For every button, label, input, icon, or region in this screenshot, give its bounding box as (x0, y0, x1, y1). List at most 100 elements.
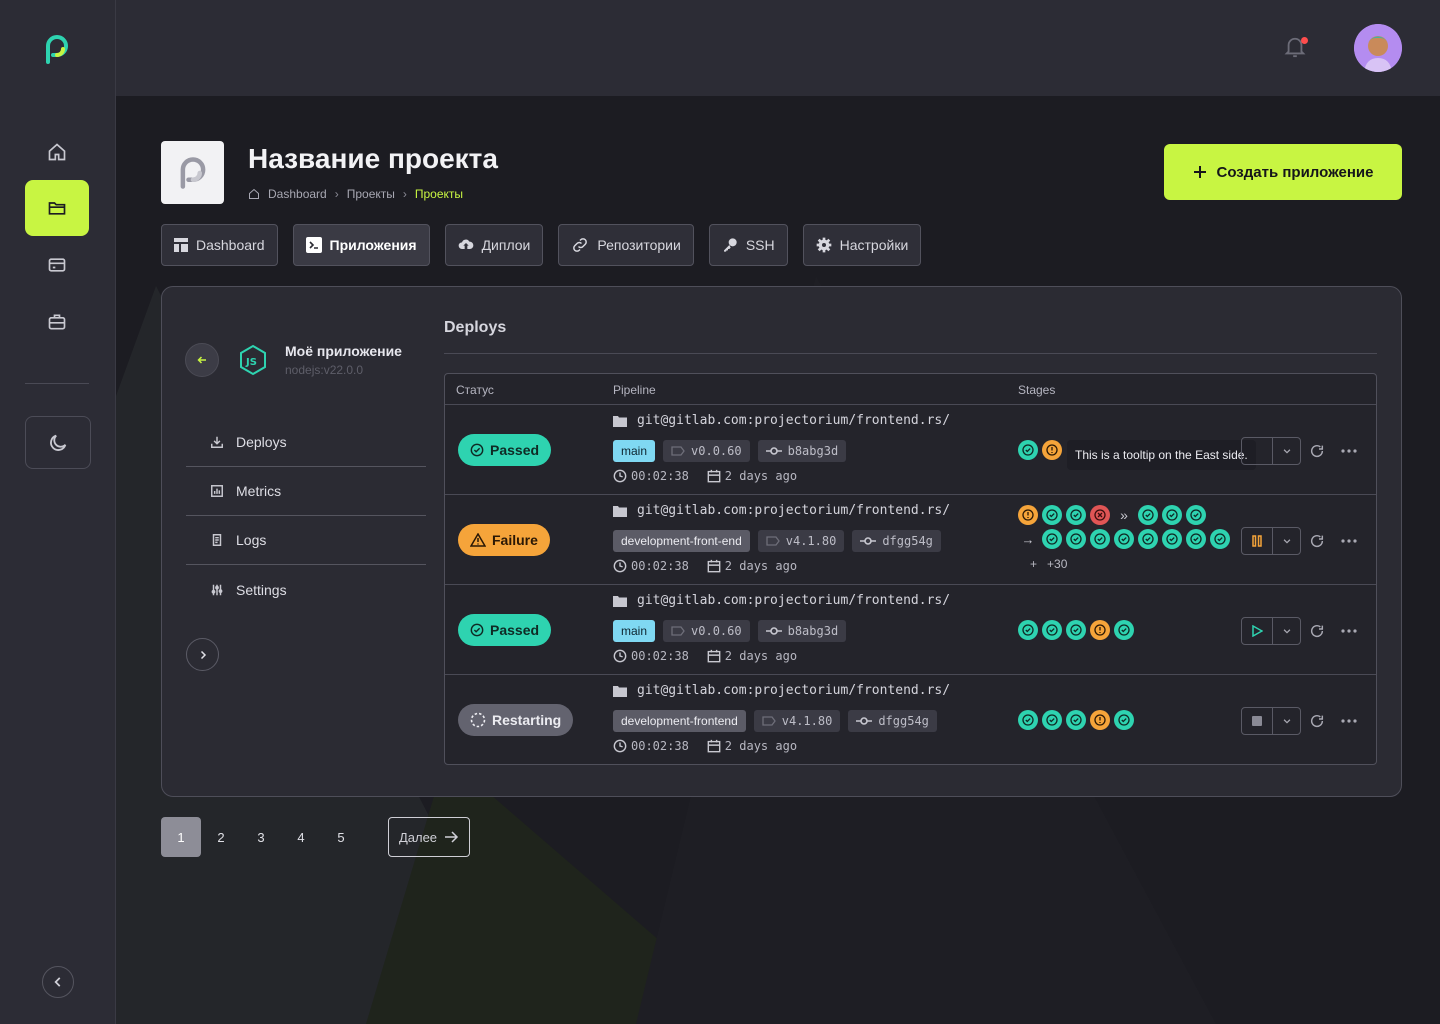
work-nav-button[interactable] (25, 294, 89, 350)
chevron-right-icon: › (402, 187, 407, 201)
side-item-settings[interactable]: Settings (186, 565, 426, 614)
side-item-metrics[interactable]: Metrics (186, 467, 426, 516)
breadcrumb-projects[interactable]: Проекты (347, 187, 395, 201)
stage-warning-icon[interactable] (1018, 505, 1038, 525)
branch-chip[interactable]: development-frontend (613, 710, 746, 732)
tag-chip[interactable]: v4.1.80 (753, 710, 841, 732)
more-stages[interactable]: + +30 (1030, 557, 1067, 571)
pipeline-chips: main v0.0.60 b8abg3d (613, 440, 847, 462)
tab-settings[interactable]: Настройки (802, 224, 922, 266)
stage-ok-icon[interactable] (1114, 529, 1134, 549)
refresh-button[interactable] (1301, 437, 1333, 465)
stage-ok-icon[interactable] (1066, 529, 1086, 549)
tag-chip[interactable]: v0.0.60 (663, 620, 750, 642)
refresh-button[interactable] (1301, 527, 1333, 555)
stage-error-icon[interactable] (1090, 505, 1110, 525)
stage-warning-icon[interactable] (1090, 620, 1110, 640)
commit-chip[interactable]: dfgg54g (848, 710, 937, 732)
repo-url[interactable]: git@gitlab.com:projectorium/frontend.rs/ (613, 683, 950, 698)
run-split-button (1241, 437, 1301, 465)
projects-nav-button[interactable] (25, 180, 89, 236)
play-button[interactable] (1242, 618, 1273, 644)
stage-ok-icon[interactable] (1162, 505, 1182, 525)
pause-button[interactable] (1242, 528, 1273, 554)
side-item-logs[interactable]: Logs (186, 516, 426, 565)
stage-ok-icon[interactable] (1186, 529, 1206, 549)
status-badge: Failure (458, 524, 550, 556)
expand-menu-button[interactable] (186, 638, 219, 671)
chevron-down-icon (1283, 629, 1290, 634)
tag-chip[interactable]: v0.0.60 (663, 440, 750, 462)
user-avatar[interactable] (1354, 24, 1402, 72)
back-button[interactable] (185, 343, 219, 377)
more-options-button[interactable] (1333, 617, 1365, 645)
stage-ok-icon[interactable] (1042, 529, 1062, 549)
repo-url[interactable]: git@gitlab.com:projectorium/frontend.rs/ (613, 593, 950, 608)
stage-ok-icon[interactable] (1138, 505, 1158, 525)
create-app-button[interactable]: Создать приложение (1164, 144, 1402, 200)
stage-ok-icon[interactable] (1210, 529, 1230, 549)
page-3-button[interactable]: 3 (241, 817, 281, 857)
billing-nav-button[interactable] (25, 237, 89, 293)
repo-url[interactable]: git@gitlab.com:projectorium/frontend.rs/ (613, 413, 950, 428)
breadcrumb-dashboard[interactable]: Dashboard (268, 187, 327, 201)
logo-icon[interactable] (42, 34, 74, 66)
stage-ok-icon[interactable] (1066, 620, 1086, 640)
stage-warning-icon[interactable] (1042, 440, 1062, 460)
run-options-button[interactable] (1273, 528, 1300, 554)
repo-url[interactable]: git@gitlab.com:projectorium/frontend.rs/ (613, 503, 950, 518)
date: 2 days ago (724, 649, 798, 663)
tab-repositories[interactable]: Репозитории (558, 224, 694, 266)
run-options-button[interactable] (1273, 438, 1300, 464)
stage-ok-icon[interactable] (1114, 710, 1134, 730)
branch-chip[interactable]: development-front-end (613, 530, 750, 552)
tab-ssh[interactable]: SSH (708, 224, 788, 266)
home-nav-button[interactable] (25, 124, 89, 180)
stage-ok-icon[interactable] (1162, 529, 1182, 549)
page-2-button[interactable]: 2 (201, 817, 241, 857)
tag-label: v0.0.60 (691, 624, 742, 638)
side-item-deploys[interactable]: Deploys (186, 418, 426, 467)
stage-warning-icon[interactable] (1090, 710, 1110, 730)
branch-chip[interactable]: main (613, 440, 656, 462)
commit-chip[interactable]: dfgg54g (852, 530, 941, 552)
more-options-button[interactable] (1333, 437, 1365, 465)
stage-ok-icon[interactable] (1066, 505, 1086, 525)
tab-deploys[interactable]: Диплои (444, 224, 544, 266)
run-button[interactable] (1242, 438, 1273, 464)
moon-icon (50, 434, 67, 451)
stage-ok-icon[interactable] (1042, 620, 1062, 640)
stage-ok-icon[interactable] (1138, 529, 1158, 549)
tab-dashboard[interactable]: Dashboard (161, 224, 278, 266)
run-options-button[interactable] (1273, 708, 1300, 734)
stage-ok-icon[interactable] (1018, 440, 1038, 460)
card-icon (48, 258, 66, 272)
theme-toggle-button[interactable] (25, 416, 91, 469)
stage-ok-icon[interactable] (1186, 505, 1206, 525)
commit-chip[interactable]: b8abg3d (757, 440, 847, 462)
stage-ok-icon[interactable] (1090, 529, 1110, 549)
nodejs-icon: JS (237, 344, 269, 376)
collapse-sidebar-button[interactable] (42, 966, 74, 998)
stop-button[interactable] (1242, 708, 1273, 734)
run-options-button[interactable] (1273, 618, 1300, 644)
more-options-button[interactable] (1333, 527, 1365, 555)
page-1-button[interactable]: 1 (161, 817, 201, 857)
stage-ok-icon[interactable] (1042, 710, 1062, 730)
stage-ok-icon[interactable] (1114, 620, 1134, 640)
tab-applications[interactable]: Приложения (292, 224, 430, 266)
branch-chip[interactable]: main (613, 620, 656, 642)
refresh-button[interactable] (1301, 617, 1333, 645)
commit-chip[interactable]: b8abg3d (757, 620, 847, 642)
tag-chip[interactable]: v4.1.80 (757, 530, 845, 552)
stage-ok-icon[interactable] (1018, 710, 1038, 730)
more-options-button[interactable] (1333, 707, 1365, 735)
notifications-bell-icon[interactable] (1284, 34, 1308, 60)
next-page-button[interactable]: Далее (388, 817, 470, 857)
stage-ok-icon[interactable] (1066, 710, 1086, 730)
stage-ok-icon[interactable] (1042, 505, 1062, 525)
page-5-button[interactable]: 5 (321, 817, 361, 857)
page-4-button[interactable]: 4 (281, 817, 321, 857)
stage-ok-icon[interactable] (1018, 620, 1038, 640)
refresh-button[interactable] (1301, 707, 1333, 735)
